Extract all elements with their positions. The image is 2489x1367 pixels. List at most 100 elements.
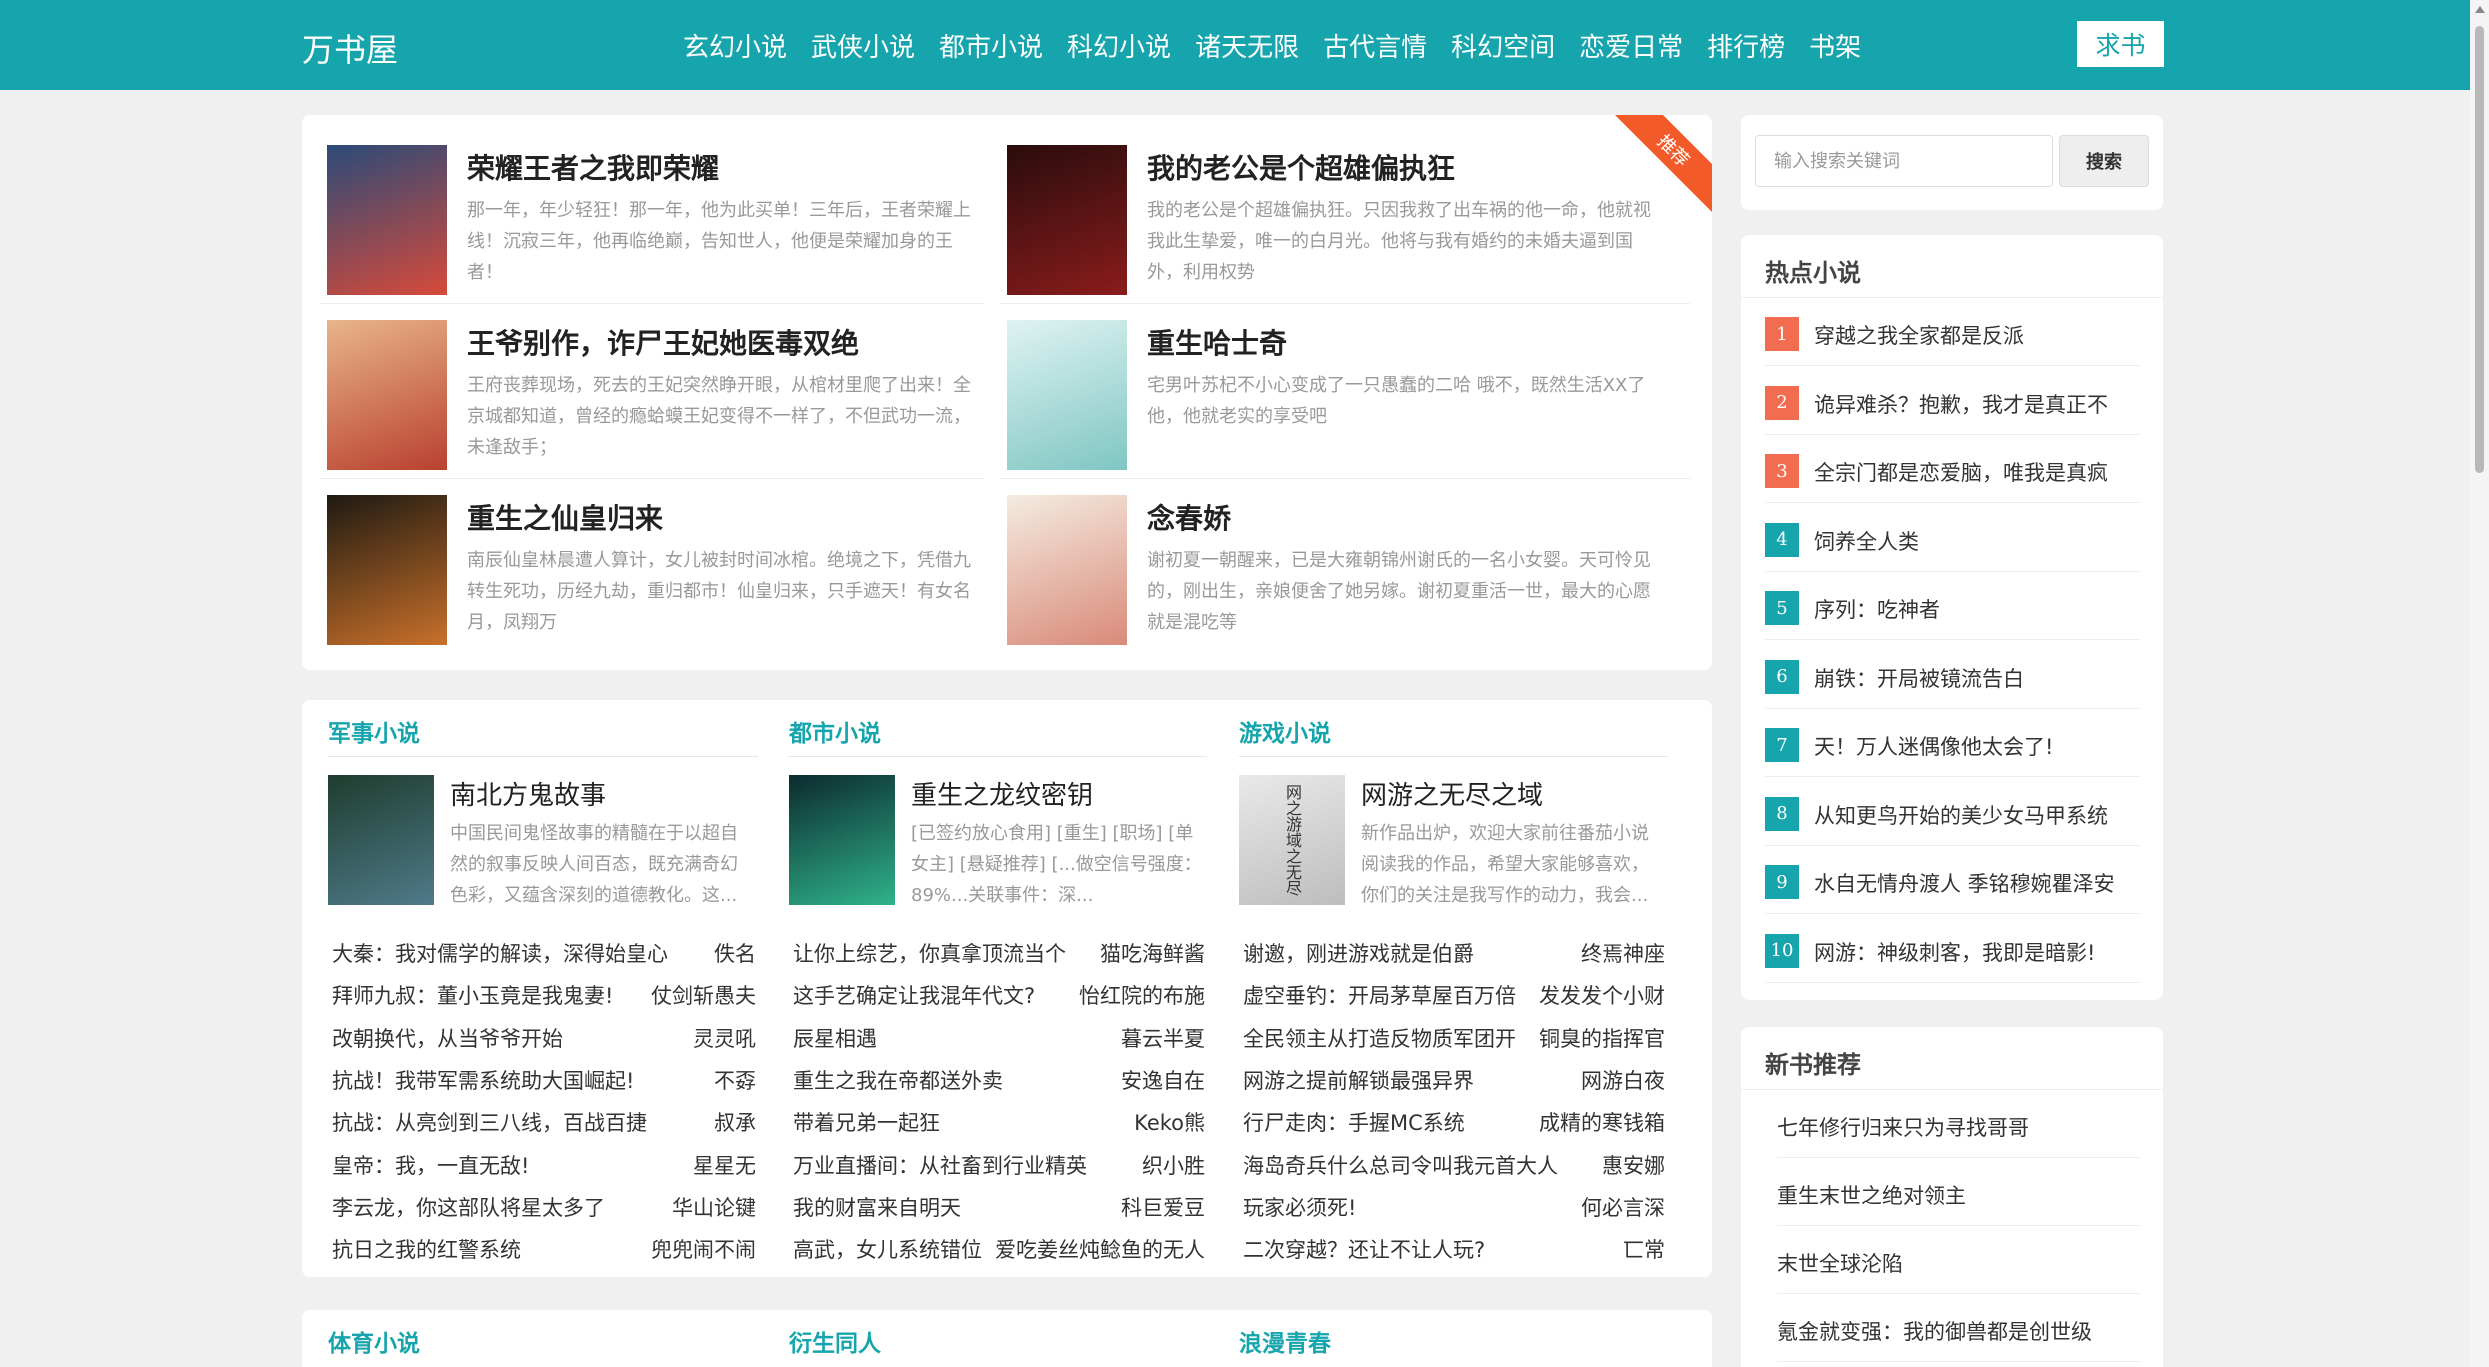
book-list-row[interactable]: 全民领主从打造反物质军团开 铜臭的指挥官 bbox=[1243, 1015, 1665, 1057]
hot-novel-title[interactable]: 穿越之我全家都是反派 bbox=[1814, 320, 2024, 350]
book-link[interactable]: 抗战：从亮剑到三八线，百战百捷 bbox=[332, 1107, 647, 1137]
author-name[interactable]: 不孬 bbox=[714, 1065, 756, 1095]
book-link[interactable]: 重生之我在帝都送外卖 bbox=[793, 1065, 1003, 1095]
category-heading[interactable]: 军事小说 bbox=[328, 714, 420, 748]
hot-novel-title[interactable]: 从知更鸟开始的美少女马甲系统 bbox=[1814, 800, 2108, 830]
author-name[interactable]: 猫吃海鲜酱 bbox=[1100, 938, 1205, 968]
nav-item[interactable]: 书架 bbox=[1809, 27, 1861, 64]
hot-novel-item[interactable]: 2 诡异难杀？抱歉，我才是真正不 bbox=[1765, 367, 2140, 435]
book-list-row[interactable]: 玩家必须死! 何必言深 bbox=[1243, 1184, 1665, 1226]
book-link[interactable]: 大秦：我对儒学的解读，深得始皇心 bbox=[332, 938, 668, 968]
book-link[interactable]: 全民领主从打造反物质军团开 bbox=[1243, 1023, 1516, 1053]
book-list-row[interactable]: 让你上综艺，你真拿顶流当个 猫吃海鲜酱 bbox=[793, 930, 1205, 972]
book-list-row[interactable]: 谢邀，刚进游戏就是伯爵 终焉神座 bbox=[1243, 930, 1665, 972]
author-name[interactable]: 怡红院的布施 bbox=[1079, 980, 1205, 1010]
book-link[interactable]: 李云龙，你这部队将星太多了 bbox=[332, 1192, 605, 1222]
nav-item[interactable]: 诸天无限 bbox=[1195, 27, 1299, 64]
hot-novel-item[interactable]: 7 天！万人迷偶像他太会了! bbox=[1765, 709, 2140, 777]
book-list-row[interactable]: 我的财富来自明天 科巨爱豆 bbox=[793, 1184, 1205, 1226]
featured-book[interactable]: 我的老公是个超雄偏执狂 我的老公是个超雄偏执狂。只因我救了出车祸的他一命，他就视… bbox=[982, 115, 1662, 295]
book-list-row[interactable]: 网游之提前解锁最强异界 网游白夜 bbox=[1243, 1057, 1665, 1099]
book-title[interactable]: 王爷别作，诈尸王妃她医毒双绝 bbox=[467, 322, 859, 362]
book-title[interactable]: 重生之仙皇归来 bbox=[467, 497, 663, 537]
author-name[interactable]: 暮云半夏 bbox=[1121, 1023, 1205, 1053]
nav-item[interactable]: 排行榜 bbox=[1707, 27, 1785, 64]
book-link[interactable]: 让你上综艺，你真拿顶流当个 bbox=[793, 938, 1066, 968]
featured-book[interactable]: 王爷别作，诈尸王妃她医毒双绝 王府丧葬现场，死去的王妃突然睁开眼，从棺材里爬了出… bbox=[302, 290, 982, 470]
book-list-row[interactable]: 拜师九叔：董小玉竟是我鬼妻! 仗剑斩愚夫 bbox=[332, 972, 756, 1014]
author-name[interactable]: 科巨爱豆 bbox=[1121, 1192, 1205, 1222]
hot-novel-title[interactable]: 天！万人迷偶像他太会了! bbox=[1814, 731, 2053, 761]
book-list-row[interactable]: 抗战！我带军需系统助大国崛起! 不孬 bbox=[332, 1057, 756, 1099]
scroll-up-arrow-icon[interactable] bbox=[2475, 6, 2485, 13]
author-name[interactable]: 佚名 bbox=[714, 938, 756, 968]
request-book-button[interactable]: 求书 bbox=[2077, 21, 2164, 67]
category-heading[interactable]: 游戏小说 bbox=[1239, 714, 1331, 748]
author-name[interactable]: 成精的寒钱箱 bbox=[1539, 1107, 1665, 1137]
author-name[interactable]: 终焉神座 bbox=[1581, 938, 1665, 968]
book-cover[interactable]: 网之游域之无尽 bbox=[1239, 775, 1345, 905]
book-cover[interactable] bbox=[327, 495, 447, 645]
book-title[interactable]: 网游之无尽之域 bbox=[1361, 775, 1543, 812]
category-heading[interactable]: 都市小说 bbox=[789, 714, 881, 748]
new-book-title[interactable]: 末世全球沦陷 bbox=[1777, 1248, 1903, 1278]
book-list-row[interactable]: 辰星相遇 暮云半夏 bbox=[793, 1015, 1205, 1057]
nav-item[interactable]: 恋爱日常 bbox=[1579, 27, 1683, 64]
nav-item[interactable]: 古代言情 bbox=[1323, 27, 1427, 64]
book-list-row[interactable]: 李云龙，你这部队将星太多了 华山论键 bbox=[332, 1184, 756, 1226]
book-link[interactable]: 抗战！我带军需系统助大国崛起! bbox=[332, 1065, 634, 1095]
book-link[interactable]: 抗日之我的红警系统 bbox=[332, 1234, 521, 1264]
hot-novel-item[interactable]: 1 穿越之我全家都是反派 bbox=[1765, 298, 2140, 366]
nav-item[interactable]: 科幻小说 bbox=[1067, 27, 1171, 64]
hot-novel-title[interactable]: 序列：吃神者 bbox=[1814, 594, 1940, 624]
author-name[interactable]: 华山论键 bbox=[672, 1192, 756, 1222]
hot-novel-item[interactable]: 4 饲养全人类 bbox=[1765, 504, 2140, 572]
hot-novel-item[interactable]: 5 序列：吃神者 bbox=[1765, 572, 2140, 640]
book-link[interactable]: 带着兄弟一起狂 bbox=[793, 1107, 940, 1137]
author-name[interactable]: 织小胜 bbox=[1142, 1150, 1205, 1180]
book-list-row[interactable]: 重生之我在帝都送外卖 安逸自在 bbox=[793, 1057, 1205, 1099]
search-button[interactable]: 搜索 bbox=[2059, 135, 2149, 187]
book-link[interactable]: 我的财富来自明天 bbox=[793, 1192, 961, 1222]
book-list-row[interactable]: 万业直播间：从社畜到行业精英 织小胜 bbox=[793, 1142, 1205, 1184]
book-list-row[interactable]: 抗日之我的红警系统 兜兜闹不闹 bbox=[332, 1226, 756, 1268]
search-input[interactable] bbox=[1755, 135, 2053, 187]
book-list-row[interactable]: 带着兄弟一起狂 Keko熊 bbox=[793, 1099, 1205, 1141]
book-link[interactable]: 谢邀，刚进游戏就是伯爵 bbox=[1243, 938, 1474, 968]
book-list-row[interactable]: 抗战：从亮剑到三八线，百战百捷 叔承 bbox=[332, 1099, 756, 1141]
book-cover[interactable] bbox=[327, 320, 447, 470]
category-heading[interactable]: 浪漫青春 bbox=[1239, 1324, 1331, 1358]
book-title[interactable]: 重生之龙纹密钥 bbox=[911, 775, 1093, 812]
nav-item[interactable]: 科幻空间 bbox=[1451, 27, 1555, 64]
book-cover[interactable] bbox=[789, 775, 895, 905]
hot-novel-title[interactable]: 诡异难杀？抱歉，我才是真正不 bbox=[1814, 389, 2108, 419]
author-name[interactable]: 匸常 bbox=[1623, 1234, 1665, 1264]
new-book-item[interactable]: 七年修行归来只为寻找哥哥 bbox=[1777, 1090, 2140, 1158]
new-book-item[interactable]: 末世全球沦陷 bbox=[1777, 1226, 2140, 1294]
author-name[interactable]: 叔承 bbox=[714, 1107, 756, 1137]
book-cover[interactable] bbox=[328, 775, 434, 905]
book-link[interactable]: 皇帝：我，一直无敌! bbox=[332, 1150, 529, 1180]
page-scrollbar[interactable] bbox=[2470, 0, 2489, 1367]
author-name[interactable]: 何必言深 bbox=[1581, 1192, 1665, 1222]
hot-novel-item[interactable]: 8 从知更鸟开始的美少女马甲系统 bbox=[1765, 778, 2140, 846]
book-link[interactable]: 玩家必须死! bbox=[1243, 1192, 1356, 1222]
book-link[interactable]: 海岛奇兵什么总司令叫我元首大人 bbox=[1243, 1150, 1558, 1180]
book-list-row[interactable]: 大秦：我对儒学的解读，深得始皇心 佚名 bbox=[332, 930, 756, 972]
book-cover[interactable] bbox=[1007, 495, 1127, 645]
new-book-title[interactable]: 氪金就变强：我的御兽都是创世级 bbox=[1777, 1316, 2092, 1346]
book-title[interactable]: 荣耀王者之我即荣耀 bbox=[467, 147, 719, 187]
hot-novel-title[interactable]: 饲养全人类 bbox=[1814, 526, 1919, 556]
author-name[interactable]: 兜兜闹不闹 bbox=[651, 1234, 756, 1264]
book-list-row[interactable]: 改朝换代，从当爷爷开始 灵灵吼 bbox=[332, 1015, 756, 1057]
book-title[interactable]: 重生哈士奇 bbox=[1147, 322, 1287, 362]
book-link[interactable]: 虚空垂钓：开局茅草屋百万倍 bbox=[1243, 980, 1516, 1010]
scrollbar-thumb[interactable] bbox=[2475, 26, 2484, 473]
hot-novel-title[interactable]: 崩铁：开局被镜流告白 bbox=[1814, 663, 2024, 693]
author-name[interactable]: 惠安娜 bbox=[1602, 1150, 1665, 1180]
book-link[interactable]: 这手艺确定让我混年代文? bbox=[793, 980, 1035, 1010]
featured-book[interactable]: 重生之仙皇归来 南辰仙皇林晨遭人算计，女儿被封时间冰棺。绝境之下，凭借九转生死功… bbox=[302, 465, 982, 645]
book-link[interactable]: 网游之提前解锁最强异界 bbox=[1243, 1065, 1474, 1095]
nav-item[interactable]: 都市小说 bbox=[939, 27, 1043, 64]
book-link[interactable]: 拜师九叔：董小玉竟是我鬼妻! bbox=[332, 980, 613, 1010]
